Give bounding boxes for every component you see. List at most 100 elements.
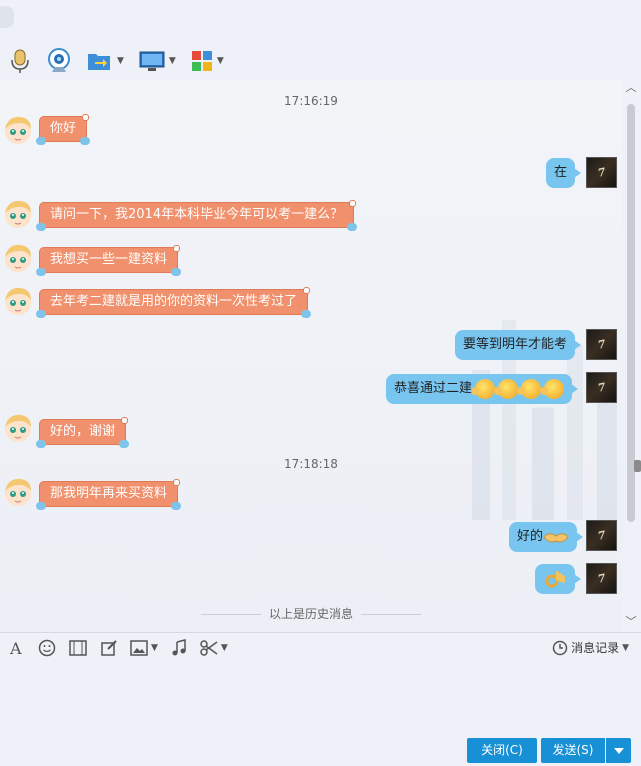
avatar[interactable]: 7: [586, 372, 617, 403]
signature-logo-icon: 7: [596, 571, 607, 586]
emoji-button[interactable]: [34, 635, 60, 661]
cartoon-girl-avatar-icon: [5, 287, 31, 315]
chevron-down-icon[interactable]: ▼: [217, 56, 224, 66]
avatar[interactable]: [2, 198, 34, 230]
kiss-emoji-icon: [471, 379, 496, 399]
voice-call-button[interactable]: [4, 45, 36, 77]
message-text: 好的，谢谢: [50, 424, 116, 439]
message-text: 那我明年再来买资料: [50, 486, 168, 501]
message-bubble-right[interactable]: 恭喜通过二建: [386, 374, 579, 404]
signature-logo-icon: 7: [596, 165, 607, 180]
film-icon: [69, 640, 87, 656]
timestamp: 17:18:18: [284, 457, 338, 471]
kiss-emoji-icon: [540, 379, 565, 399]
image-icon: [130, 640, 148, 656]
edit-icon: [101, 640, 117, 656]
avatar[interactable]: [2, 114, 34, 146]
chat-toolbar: ▼ ▼ ▼: [0, 42, 641, 80]
message-bubble-left[interactable]: 请问一下，我2014年本科毕业今年可以考一建么？: [36, 200, 358, 231]
message-history-button[interactable]: 消息记录 ▼: [552, 639, 629, 656]
font-icon: A: [9, 639, 22, 657]
chevron-down-icon[interactable]: ▼: [169, 56, 176, 66]
cartoon-girl-avatar-icon: [5, 116, 31, 144]
chevron-down-icon[interactable]: ▼: [117, 56, 124, 66]
remote-desktop-icon: [139, 51, 165, 71]
kiss-emoji-icon: [494, 379, 519, 399]
clock-icon: [552, 640, 568, 655]
message-text: 要等到明年才能考: [463, 337, 568, 352]
history-divider: 以上是历史消息: [0, 605, 622, 622]
microphone-icon: [11, 49, 29, 73]
title-bar: [0, 0, 641, 36]
message-text: 恭喜通过二建: [394, 381, 473, 396]
message-history-label: 消息记录: [571, 641, 620, 655]
chevron-down-icon[interactable]: ▼: [151, 643, 158, 653]
webcam-icon: [48, 48, 70, 72]
file-transfer-button[interactable]: ▼: [82, 45, 128, 77]
ok-hand-emoji-icon: [545, 571, 565, 588]
message-bubble-right[interactable]: 要等到明年才能考: [455, 330, 582, 360]
message-scrollbar[interactable]: ︿ ﹀: [622, 80, 641, 632]
cartoon-girl-avatar-icon: [5, 414, 31, 442]
message-area: 17:16:19 你好 在 7 请问一下，我2014年本科毕业今年可以考一建么？…: [0, 80, 622, 632]
signature-logo-icon: 7: [596, 528, 607, 543]
message-bubble-left[interactable]: 那我明年再来买资料: [36, 479, 182, 510]
message-text: 在: [554, 165, 568, 180]
remote-assist-button[interactable]: ▼: [134, 45, 180, 77]
send-button[interactable]: 发送(S): [541, 738, 605, 763]
edit-button[interactable]: [96, 635, 122, 661]
message-bubble-right[interactable]: [535, 564, 581, 594]
message-text: 去年考二建就是用的你的资料一次性考过了: [50, 294, 298, 309]
kiss-emoji-icon: [517, 379, 542, 399]
music-note-icon: [172, 639, 186, 656]
chevron-down-icon[interactable]: ﹀: [625, 616, 637, 628]
handshake-emoji-icon: [543, 533, 569, 543]
avatar[interactable]: [2, 476, 34, 508]
music-button[interactable]: [166, 635, 192, 661]
message-bubble-left[interactable]: 去年考二建就是用的你的资料一次性考过了: [36, 287, 312, 318]
format-toolbar: A ▼ ▼ 消息记录 ▼: [0, 633, 641, 663]
avatar[interactable]: 7: [586, 520, 617, 551]
chevron-down-icon[interactable]: ▼: [622, 643, 629, 653]
video-call-button[interactable]: [42, 45, 76, 77]
scissors-icon: [200, 640, 218, 656]
close-button[interactable]: 关闭(C): [467, 738, 537, 763]
avatar[interactable]: [2, 242, 34, 274]
video-message-button[interactable]: [64, 635, 92, 661]
apps-grid-icon: [191, 51, 212, 71]
smiley-icon: [38, 639, 56, 657]
message-bubble-left[interactable]: 我想买一些一建资料: [36, 245, 182, 276]
message-text: 你好: [50, 121, 77, 136]
send-options-button[interactable]: [606, 738, 631, 763]
signature-logo-icon: 7: [596, 380, 607, 395]
window-edge-tab: [634, 460, 641, 472]
message-bubble-right[interactable]: 在: [546, 158, 582, 188]
avatar[interactable]: 7: [586, 157, 617, 188]
folder-transfer-icon: [88, 54, 110, 70]
cartoon-girl-avatar-icon: [5, 200, 31, 228]
avatar[interactable]: 7: [586, 563, 617, 594]
cartoon-girl-avatar-icon: [5, 244, 31, 272]
message-bubble-right[interactable]: 好的: [509, 522, 584, 552]
image-button[interactable]: ▼: [126, 635, 162, 661]
message-text: 我想买一些一建资料: [50, 252, 168, 267]
chevron-up-icon[interactable]: ︿: [625, 82, 637, 94]
font-button[interactable]: A: [4, 635, 30, 661]
svg-text:A: A: [9, 639, 22, 657]
window-control-stub: [0, 6, 14, 28]
message-bubble-left[interactable]: 你好: [36, 114, 91, 145]
chevron-down-icon[interactable]: ▼: [221, 643, 228, 653]
avatar[interactable]: 7: [586, 329, 617, 360]
message-text: 请问一下，我2014年本科毕业今年可以考一建么？: [50, 207, 344, 222]
avatar[interactable]: [2, 412, 34, 444]
timestamp: 17:16:19: [284, 94, 338, 108]
avatar[interactable]: [2, 285, 34, 317]
chevron-down-icon: [613, 747, 624, 754]
signature-logo-icon: 7: [596, 337, 607, 352]
message-input[interactable]: [0, 663, 641, 735]
apps-button[interactable]: ▼: [186, 45, 228, 77]
message-bubble-left[interactable]: 好的，谢谢: [36, 417, 130, 448]
scrollbar-thumb[interactable]: [627, 104, 635, 522]
message-text: 好的: [517, 529, 544, 544]
screenshot-button[interactable]: ▼: [196, 635, 232, 661]
